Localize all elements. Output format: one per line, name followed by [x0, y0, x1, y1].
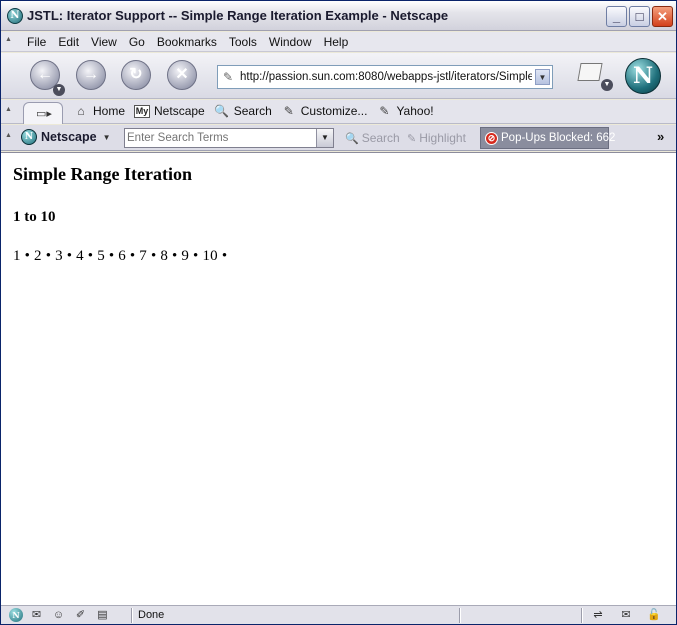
- page-subheading: 1 to 10: [13, 209, 56, 225]
- url-input[interactable]: [240, 68, 532, 86]
- tab-icon: ▭▸: [36, 108, 52, 120]
- yahoo-bookmark[interactable]: ✎ Yahoo!: [376, 104, 433, 118]
- netscape-brand-label: Netscape: [41, 130, 97, 144]
- status-indicators: ⇌ ✉ 🔓: [587, 608, 665, 622]
- menu-file[interactable]: File: [21, 35, 52, 49]
- browser-window: N JSTL: Iterator Support -- Simple Range…: [0, 0, 677, 625]
- menu-go[interactable]: Go: [123, 35, 151, 49]
- toolbar-grip-icon[interactable]: ▲: [5, 106, 12, 113]
- highlight-label: Highlight: [419, 131, 466, 145]
- netscape-search-menu[interactable]: N Netscape ▼: [21, 129, 111, 145]
- minimize-icon: _: [612, 9, 621, 24]
- menu-tools[interactable]: Tools: [223, 35, 263, 49]
- netscape-search-toolbar: ▲ N Netscape ▼ ▼ 🔍 Search ✎ Highlight ⊘ …: [1, 125, 676, 151]
- composer-icon[interactable]: ✐: [72, 608, 89, 622]
- home-label: Home: [93, 104, 126, 118]
- toolbar-grip-icon[interactable]: [5, 36, 13, 48]
- magnifier-icon: 🔍: [214, 104, 230, 118]
- title-bar[interactable]: N JSTL: Iterator Support -- Simple Range…: [1, 1, 676, 31]
- blocked-icon: ⊘: [485, 132, 498, 145]
- my-netscape-button[interactable]: My Netscape: [134, 104, 205, 118]
- personal-toolbar-items: ⌂ Home My Netscape 🔍 Search ✎ Customize.…: [73, 104, 443, 118]
- menu-view[interactable]: View: [85, 35, 123, 49]
- toolbar-grip-icon[interactable]: ▲: [5, 132, 12, 139]
- status-divider: [459, 608, 461, 623]
- popups-blocked-button[interactable]: ⊘ Pop-Ups Blocked: 662: [480, 127, 615, 149]
- menu-items: File Edit View Go Bookmarks Tools Window…: [21, 35, 354, 49]
- online-connection-icon[interactable]: ⇌: [587, 608, 609, 622]
- menu-edit[interactable]: Edit: [52, 35, 85, 49]
- page-link-icon: ✎: [223, 70, 234, 84]
- back-history-dropdown-icon[interactable]: ▼: [53, 84, 65, 96]
- toolbar-overflow-chevron-icon[interactable]: »: [657, 129, 664, 144]
- search-button[interactable]: 🔍 Search: [214, 104, 272, 118]
- instant-messenger-icon[interactable]: ☺: [50, 608, 67, 622]
- print-button[interactable]: ▼: [575, 59, 613, 91]
- status-text: Done: [138, 609, 165, 621]
- personal-toolbar: ▲ ▭▸ ⌂ Home My Netscape 🔍 Search ✎ Custo…: [1, 100, 676, 124]
- search-terms-combobox[interactable]: ▼: [124, 128, 334, 148]
- search-label: Search: [233, 104, 272, 118]
- stop-icon: ✕: [175, 66, 189, 83]
- forward-arrow-icon: →: [83, 66, 99, 83]
- search-dropdown-icon[interactable]: ▼: [316, 129, 333, 147]
- magnifier-icon: 🔍: [345, 132, 359, 145]
- print-dropdown-icon[interactable]: ▼: [601, 79, 613, 91]
- netscape-small-icon: N: [21, 129, 37, 145]
- url-history-dropdown-icon[interactable]: ▼: [535, 69, 550, 85]
- maximize-button[interactable]: □: [629, 6, 650, 27]
- menu-window[interactable]: Window: [263, 35, 318, 49]
- new-tab-button[interactable]: ▭▸: [23, 102, 63, 124]
- window-title: JSTL: Iterator Support -- Simple Range I…: [27, 8, 449, 23]
- status-bar: N ✉ ☺ ✐ ▤ Done ⇌ ✉ 🔓: [1, 605, 676, 624]
- status-component-icons: N ✉ ☺ ✐ ▤: [9, 608, 111, 622]
- cookie-icon[interactable]: ✉: [615, 608, 637, 622]
- back-button[interactable]: ← ▼: [30, 60, 65, 96]
- netscape-status-icon[interactable]: N: [9, 608, 23, 622]
- status-divider: [131, 608, 133, 623]
- chevron-down-icon: ▼: [102, 132, 111, 142]
- search-action-button[interactable]: 🔍 Search: [345, 131, 400, 145]
- minimize-button[interactable]: _: [606, 6, 627, 27]
- customize-label: Customize...: [300, 104, 368, 118]
- range-output: 1 • 2 • 3 • 4 • 5 • 6 • 7 • 8 • 9 • 10 •: [13, 248, 228, 264]
- url-bar[interactable]: ✎ ▼: [217, 65, 553, 89]
- close-button[interactable]: ✕: [652, 6, 673, 27]
- printer-icon: [577, 63, 603, 81]
- netscape-logo[interactable]: N: [625, 58, 661, 94]
- bookmark-icon: ✎: [283, 104, 294, 118]
- yahoo-label: Yahoo!: [396, 104, 434, 118]
- menu-bar: File Edit View Go Bookmarks Tools Window…: [1, 32, 676, 52]
- home-button[interactable]: ⌂ Home: [73, 104, 125, 118]
- netscape-app-icon[interactable]: N: [7, 8, 23, 24]
- security-lock-icon[interactable]: 🔓: [643, 608, 665, 622]
- mail-icon[interactable]: ✉: [28, 608, 45, 622]
- menu-help[interactable]: Help: [318, 35, 355, 49]
- page-content: Simple Range Iteration 1 to 10 1 • 2 • 3…: [1, 152, 676, 605]
- reload-icon: ↻: [129, 66, 143, 83]
- highlight-button[interactable]: ✎ Highlight: [407, 131, 466, 145]
- my-netscape-label: Netscape: [154, 104, 205, 118]
- maximize-icon: □: [635, 9, 644, 24]
- close-icon: ✕: [657, 9, 668, 24]
- stop-button[interactable]: ✕: [167, 60, 197, 90]
- menu-bookmarks[interactable]: Bookmarks: [151, 35, 223, 49]
- highlighter-icon: ✎: [407, 132, 417, 145]
- bookmark-icon: ✎: [379, 104, 390, 118]
- netscape-logo-letter: N: [632, 63, 654, 89]
- customize-bookmark[interactable]: ✎ Customize...: [281, 104, 368, 118]
- search-terms-input[interactable]: [127, 130, 313, 146]
- netscape-letter: N: [10, 10, 20, 21]
- reload-button[interactable]: ↻: [121, 60, 151, 90]
- search-action-label: Search: [361, 131, 400, 145]
- forward-button[interactable]: →: [76, 60, 106, 90]
- my-netscape-icon: My: [134, 104, 151, 118]
- navigation-toolbar: ← ▼ → ↻ ✕ ✎ ▼ ▼ N: [1, 53, 676, 99]
- popups-blocked-label: Pop-Ups Blocked: 662: [501, 132, 616, 144]
- page-heading: Simple Range Iteration: [13, 164, 192, 184]
- address-book-icon[interactable]: ▤: [94, 608, 111, 622]
- home-icon: ⌂: [77, 104, 85, 118]
- status-divider: [581, 608, 583, 623]
